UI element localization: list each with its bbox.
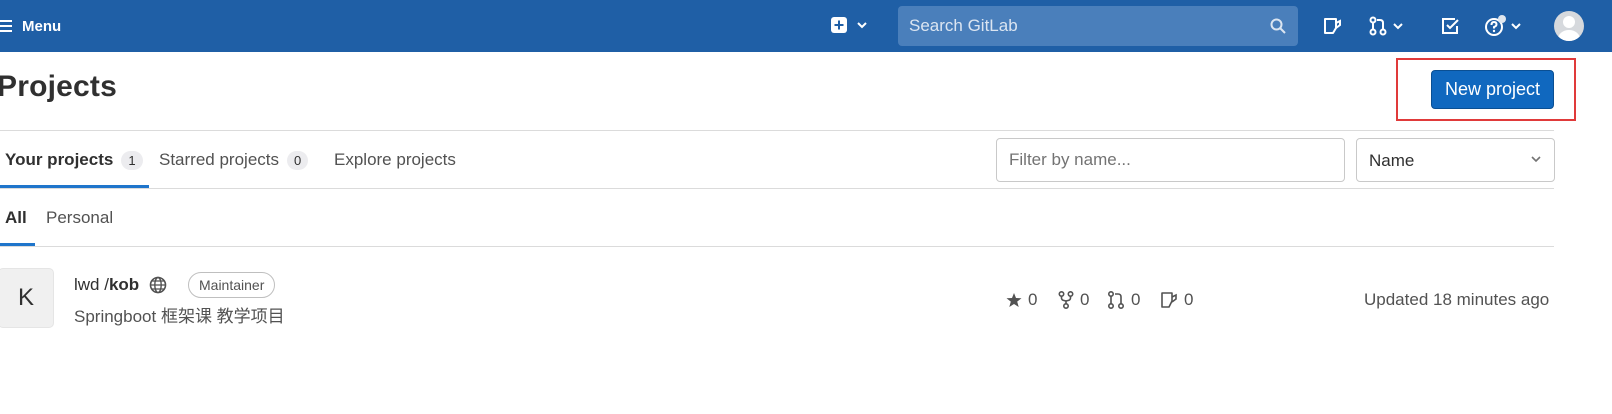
chevron-down-icon — [1531, 156, 1541, 163]
tab-your-projects[interactable]: Your projects 1 — [5, 150, 143, 170]
tab-label: Starred projects — [159, 150, 279, 169]
menu-label: Menu — [22, 17, 62, 35]
tab-label: Explore projects — [334, 150, 456, 169]
count-badge: 1 — [121, 150, 143, 170]
chevron-down-icon — [857, 22, 867, 29]
divider — [0, 246, 1554, 247]
hamburger-icon — [0, 20, 12, 32]
issues-nav-button[interactable] — [1322, 14, 1342, 38]
user-silhouette-icon — [1558, 16, 1580, 41]
tab-label: Your projects — [5, 150, 114, 169]
divider — [0, 130, 1554, 131]
star-icon — [1006, 293, 1022, 307]
tab-explore-projects[interactable]: Explore projects — [334, 150, 456, 170]
filter-box[interactable] — [996, 138, 1345, 182]
role-badge: Maintainer — [188, 272, 276, 298]
todos-nav-button[interactable] — [1440, 14, 1460, 38]
sort-dropdown[interactable]: Name — [1356, 138, 1555, 182]
help-question-icon — [1485, 15, 1506, 36]
merge-requests-nav-button[interactable] — [1368, 14, 1404, 38]
stars-count: 0 — [1028, 290, 1038, 309]
chevron-down-icon — [1393, 23, 1403, 30]
merge-requests-count-link[interactable]: 0 — [1107, 290, 1140, 310]
menu-button[interactable]: Menu — [0, 14, 61, 38]
todo-checkbox-icon — [1442, 18, 1459, 34]
subtab-all[interactable]: All — [5, 208, 27, 228]
merge-request-icon — [1369, 16, 1387, 36]
globe-icon — [149, 276, 167, 294]
search-icon[interactable] — [1270, 18, 1286, 34]
divider — [0, 188, 1554, 189]
issues-count-link[interactable]: 0 — [1160, 290, 1193, 310]
updated-timestamp: Updated 18 minutes ago — [1364, 290, 1550, 309]
top-navbar: Menu — [0, 0, 1612, 52]
forks-count-link[interactable]: 0 — [1058, 290, 1089, 310]
chevron-down-icon — [1511, 23, 1521, 30]
subtab-personal[interactable]: Personal — [46, 208, 113, 228]
search-input[interactable] — [898, 6, 1298, 46]
fork-icon — [1058, 291, 1074, 309]
merge-requests-count: 0 — [1131, 290, 1141, 309]
tab-starred-projects[interactable]: Starred projects 0 — [159, 150, 309, 170]
project-name: kob — [108, 275, 140, 294]
sort-value: Name — [1369, 151, 1415, 170]
merge-request-icon — [1108, 291, 1124, 309]
project-namespace: lwd / — [74, 275, 109, 294]
count-badge: 0 — [287, 150, 309, 170]
help-nav-button[interactable] — [1484, 14, 1522, 38]
search-box[interactable] — [898, 6, 1298, 46]
issues-count: 0 — [1184, 290, 1194, 309]
issues-icon — [1324, 18, 1341, 34]
filter-by-name-input[interactable] — [997, 139, 1344, 181]
plus-square-icon — [831, 17, 847, 33]
project-description: Springboot 框架课 教学项目 — [74, 307, 285, 326]
user-avatar[interactable] — [1554, 11, 1584, 41]
forks-count: 0 — [1080, 290, 1090, 309]
page-title: Projects — [0, 70, 117, 103]
create-new-dropdown[interactable] — [830, 16, 868, 34]
issues-icon — [1161, 292, 1177, 308]
stars-count-link[interactable]: 0 — [1006, 290, 1037, 310]
project-avatar[interactable]: K — [0, 268, 54, 328]
project-title-link[interactable]: lwd / kob — [74, 275, 167, 295]
new-project-button[interactable]: New project — [1431, 70, 1554, 109]
